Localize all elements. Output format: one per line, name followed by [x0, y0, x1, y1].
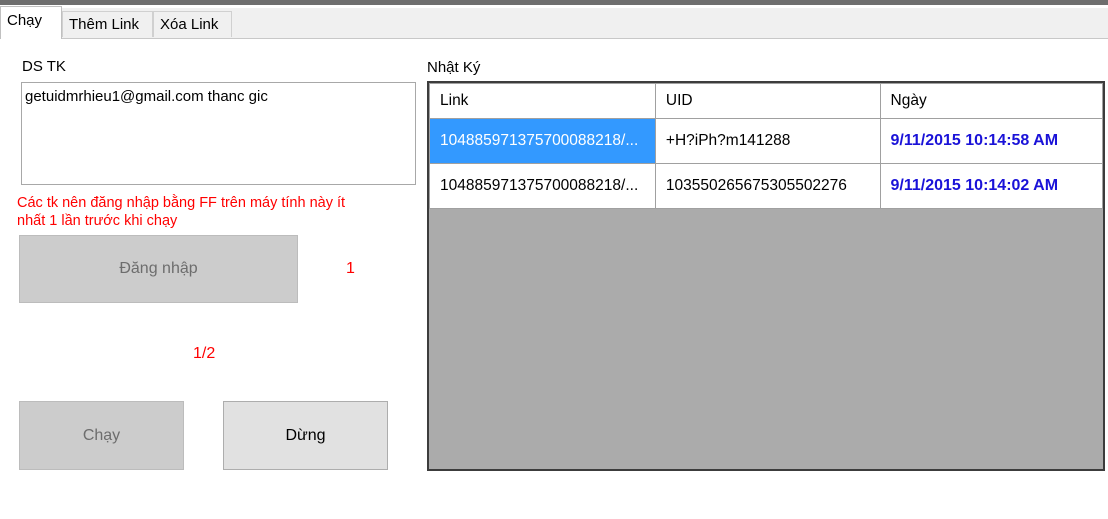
window-top-border	[0, 0, 1108, 5]
cell-uid[interactable]: +H?iPh?m141288	[654, 118, 881, 164]
accounts-textarea[interactable]: getuidmrhieu1@gmail.com thanc gic	[21, 82, 416, 185]
cell-uid[interactable]: 103550265675305502276	[654, 163, 881, 209]
column-header-date[interactable]: Ngày	[879, 83, 1103, 119]
table-row[interactable]: 1048859713757000882​18/... +H?iPh?m14128…	[429, 118, 1103, 164]
table-row[interactable]: 1048859713757000882​18/... 1035502656753…	[429, 163, 1103, 209]
column-header-uid[interactable]: UID	[654, 83, 881, 119]
cell-link[interactable]: 1048859713757000882​18/...	[429, 118, 656, 164]
run-button[interactable]: Chạy	[19, 401, 184, 470]
log-table: Link UID Ngày 1048859713757000882​18/...…	[429, 83, 1103, 209]
login-button[interactable]: Đăng nhập	[19, 235, 298, 303]
cell-date[interactable]: 9/11/2015 10:14:02 AM	[879, 163, 1103, 209]
log-label: Nhật Ký	[427, 59, 481, 76]
login-count: 1	[346, 260, 355, 277]
cell-link[interactable]: 1048859713757000882​18/...	[429, 163, 656, 209]
log-grid[interactable]: Link UID Ngày 1048859713757000882​18/...…	[427, 81, 1105, 471]
tab-them-link[interactable]: Thêm Link	[62, 11, 153, 37]
log-header-row: Link UID Ngày	[429, 83, 1103, 119]
accounts-label: DS TK	[22, 58, 66, 75]
stop-button[interactable]: Dừng	[223, 401, 388, 470]
column-header-link[interactable]: Link	[429, 83, 656, 119]
cell-date[interactable]: 9/11/2015 10:14:58 AM	[879, 118, 1103, 164]
progress-counter: 1/2	[193, 345, 216, 362]
tab-xoa-link[interactable]: Xóa Link	[153, 11, 232, 37]
tab-chay[interactable]: Chạy	[0, 6, 62, 39]
login-warning-note: Các tk nên đăng nhập bằng FF trên máy tí…	[17, 195, 346, 229]
